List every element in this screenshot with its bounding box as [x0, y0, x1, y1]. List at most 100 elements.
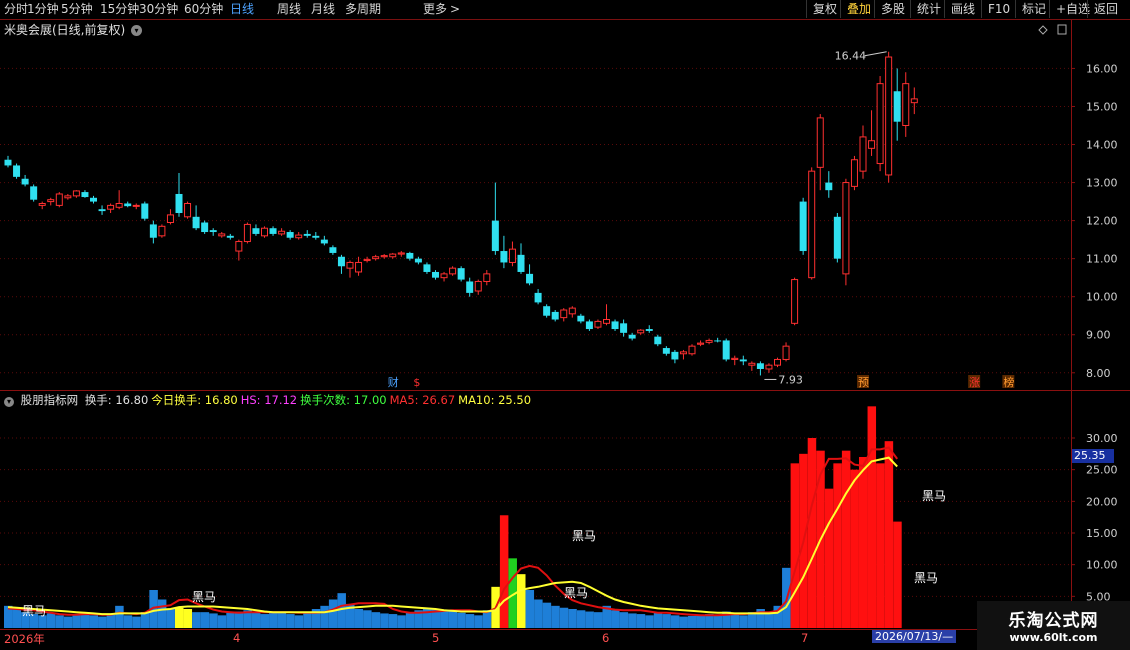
- candle-body: [808, 170, 816, 279]
- heima-label: 黑马: [192, 590, 216, 604]
- turnover-bar: [670, 615, 680, 628]
- candle-body: [346, 261, 354, 269]
- turnover-bar: [593, 612, 603, 628]
- price-tick-label: 10.00: [1086, 291, 1118, 304]
- turnover-bar: [448, 610, 458, 628]
- candle-body: [731, 357, 739, 360]
- turnover-bar: [457, 612, 466, 628]
- kline-chart[interactable]: 16.00 15.00 14.00 13.00 12.00 11.00 10.00 9.00 8…: [0, 0, 1130, 650]
- candle-body: [782, 345, 790, 360]
- turnover-bar: [251, 612, 261, 628]
- candle-body: [628, 334, 636, 339]
- candle-body: [662, 348, 670, 354]
- turnover-bar: [98, 616, 107, 628]
- turnover-bar: [739, 615, 748, 628]
- turnover-bar: [234, 611, 244, 628]
- candle-body: [252, 228, 260, 234]
- turnover-bar: [55, 615, 64, 628]
- turnover-bar: [63, 616, 73, 628]
- candle-body: [423, 264, 431, 272]
- candle-body: [611, 321, 619, 330]
- turnover-bar: [893, 521, 902, 628]
- turnover-bar: [106, 614, 116, 628]
- candle-body: [303, 233, 311, 236]
- turnover-bar: [123, 615, 133, 628]
- candle-body: [432, 271, 439, 278]
- turnover-bar: [474, 615, 483, 628]
- heima-label: 黑马: [22, 604, 46, 618]
- candle-body: [201, 222, 209, 233]
- x-axis-label: 5: [432, 631, 440, 645]
- turnover-bar: [867, 406, 877, 628]
- candle-body: [816, 117, 824, 168]
- high-pointer: [864, 51, 887, 57]
- turnover-ma5-line: [7, 446, 899, 617]
- turnover-bar: [363, 610, 372, 628]
- candle-body: [440, 273, 448, 279]
- candle-body: [714, 340, 722, 342]
- x-axis-label: 7: [801, 631, 809, 645]
- turnover-bar: [12, 609, 22, 628]
- candle-body: [466, 281, 474, 293]
- candle-body: [389, 253, 397, 258]
- turnover-bar: [807, 438, 817, 628]
- heima-label: 黑马: [564, 586, 588, 600]
- candle-body: [295, 234, 303, 239]
- turnover-bar: [576, 610, 586, 628]
- candle-body: [577, 315, 585, 322]
- candle-body: [397, 252, 405, 255]
- turnover-bar: [175, 607, 184, 628]
- candle-body: [72, 190, 80, 197]
- turnover-tick-label: 15.00: [1086, 527, 1118, 540]
- low-price-label: 7.93: [778, 373, 803, 386]
- watermark-title: 乐淘公式网: [1008, 611, 1099, 631]
- candle-body: [90, 197, 97, 202]
- candle-body: [526, 273, 534, 284]
- candle-body: [842, 182, 850, 275]
- candle-body: [688, 345, 696, 355]
- turnover-bar: [499, 515, 509, 628]
- candle-body: [739, 359, 747, 362]
- price-tick-label: 9.00: [1086, 329, 1111, 342]
- x-axis-label: 4: [233, 631, 241, 645]
- candle-body: [406, 252, 414, 259]
- candle-body: [235, 241, 243, 252]
- candle-body: [483, 273, 491, 282]
- candle-body: [158, 225, 166, 237]
- candle-body: [825, 182, 833, 191]
- turnover-bar: [354, 609, 364, 628]
- candle-body: [13, 165, 21, 177]
- turnover-bar: [764, 612, 774, 628]
- candle-body: [474, 280, 482, 292]
- candle-body: [269, 228, 277, 234]
- turnover-bar: [132, 616, 141, 628]
- turnover-bar: [380, 613, 389, 628]
- x-axis-label: 6: [602, 631, 610, 645]
- candle-body: [654, 336, 662, 345]
- candle-body: [414, 258, 422, 263]
- candle-body: [141, 203, 149, 219]
- candle-body: [115, 202, 123, 208]
- turnover-bar: [841, 450, 851, 628]
- turnover-bar: [46, 613, 56, 628]
- candle-body: [312, 235, 320, 238]
- turnover-ma10-line: [7, 456, 898, 616]
- candle-body: [534, 292, 542, 303]
- candle-body: [21, 178, 29, 185]
- candle-body: [355, 261, 363, 273]
- candle-body: [876, 83, 884, 165]
- turnover-bar: [525, 590, 535, 628]
- turnover-bar: [688, 615, 697, 628]
- candle-body: [799, 201, 807, 252]
- candle-body: [449, 267, 457, 275]
- candle-body: [132, 204, 140, 207]
- turnover-bar: [679, 616, 688, 628]
- price-tick-label: 15.00: [1086, 100, 1118, 113]
- turnover-bar: [405, 612, 415, 628]
- turnover-bar: [303, 612, 312, 628]
- turnover-bar: [713, 614, 723, 628]
- turnover-bar: [328, 599, 338, 628]
- turnover-bar: [568, 609, 577, 628]
- candle-body: [756, 363, 764, 369]
- watermark-logo: 乐淘公式网 www.60lt.com: [977, 601, 1130, 650]
